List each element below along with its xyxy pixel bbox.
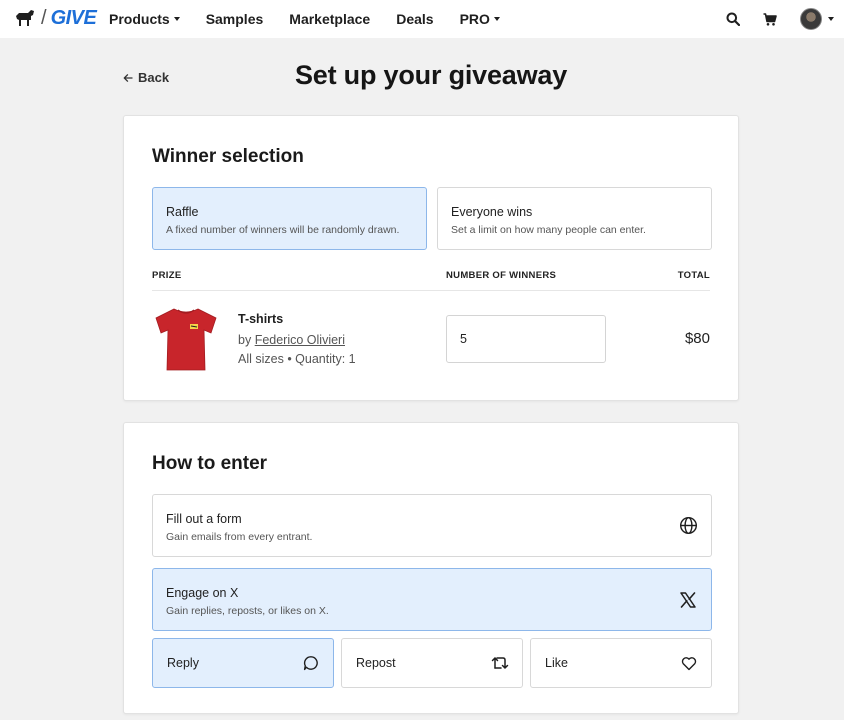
engage-on-x-title: Engage on X (166, 586, 239, 600)
cart-icon (763, 12, 777, 26)
prize-column-header: PRIZE (152, 270, 182, 281)
how-to-enter-title: How to enter (152, 453, 268, 474)
logo-divider: / (41, 6, 47, 29)
everyone-wins-option[interactable]: Everyone wins Set a limit on how many pe… (437, 187, 712, 250)
chevron-down-icon (493, 17, 500, 21)
nav-samples[interactable]: Samples (206, 11, 264, 27)
raffle-option[interactable]: Raffle A fixed number of winners will be… (152, 187, 427, 250)
tshirt-product-image (155, 308, 217, 371)
table-divider (152, 290, 710, 291)
nav-marketplace-label: Marketplace (289, 11, 371, 27)
how-to-enter-card: How to enter Fill out a form Gain emails… (123, 422, 739, 714)
logo-give-text: GIVE (50, 6, 97, 29)
engagement-reply-option[interactable]: Reply (152, 638, 334, 688)
engagement-repost-option[interactable]: Repost (341, 638, 523, 688)
chevron-down-icon (173, 17, 180, 21)
x-logo-icon (678, 590, 698, 610)
nav-products-label: Products (109, 11, 170, 27)
winner-selection-title: Winner selection (152, 146, 304, 167)
prize-meta: All sizes • Quantity: 1 (238, 352, 356, 366)
nav-deals[interactable]: Deals (396, 11, 433, 27)
nav-deals-label: Deals (396, 11, 434, 27)
top-nav: / GIVE Products Samples Marketplace Deal… (0, 0, 844, 38)
search-button[interactable] (721, 7, 745, 31)
prize-name: T-shirts (238, 312, 284, 326)
winners-column-header: NUMBER OF WINNERS (446, 270, 557, 281)
account-menu[interactable] (800, 7, 838, 31)
nav-pro[interactable]: PRO (460, 11, 500, 27)
page-title: Set up your giveaway (294, 60, 568, 90)
creator-link[interactable]: Federico Olivieri (255, 333, 345, 347)
everyone-wins-option-desc: Set a limit on how many people can enter… (451, 224, 646, 236)
total-column-header: TOTAL (677, 270, 710, 281)
fill-out-form-title: Fill out a form (166, 512, 242, 526)
comment-icon (301, 653, 321, 673)
engage-on-x-option[interactable]: Engage on X Gain replies, reposts, or li… (152, 568, 712, 631)
repost-label: Repost (356, 656, 396, 670)
like-label: Like (545, 656, 568, 670)
prize-creator-line: by Federico Olivieri (238, 333, 345, 347)
engagement-like-option[interactable]: Like (530, 638, 712, 688)
nav-actions (721, 0, 844, 38)
fill-out-form-desc: Gain emails from every entrant. (166, 531, 313, 543)
site-logo[interactable]: / GIVE (14, 6, 97, 30)
fill-out-form-option[interactable]: Fill out a form Gain emails from every e… (152, 494, 712, 557)
globe-icon (678, 516, 698, 536)
everyone-wins-option-title: Everyone wins (451, 205, 533, 219)
nav-pro-label: PRO (459, 11, 490, 27)
raffle-option-title: Raffle (166, 205, 199, 219)
winner-selection-card: Winner selection Raffle A fixed number o… (123, 115, 739, 401)
cart-button[interactable] (758, 7, 782, 31)
raffle-option-desc: A fixed number of winners will be random… (166, 224, 400, 236)
repost-icon (490, 653, 510, 673)
main-nav: Products Samples Marketplace Deals PRO (109, 0, 526, 38)
chevron-down-icon (828, 17, 834, 21)
nav-samples-label: Samples (205, 11, 264, 27)
search-icon (726, 12, 740, 26)
number-of-winners-input[interactable] (446, 315, 606, 363)
nav-marketplace[interactable]: Marketplace (289, 11, 370, 27)
heart-icon (679, 653, 699, 673)
reply-label: Reply (167, 656, 199, 670)
avatar (800, 8, 822, 30)
engage-on-x-desc: Gain replies, reposts, or likes on X. (166, 605, 329, 617)
nav-products[interactable]: Products (109, 11, 180, 27)
by-prefix: by (238, 333, 255, 347)
horse-logo-icon (16, 10, 34, 26)
prize-total: $80 (684, 330, 710, 347)
